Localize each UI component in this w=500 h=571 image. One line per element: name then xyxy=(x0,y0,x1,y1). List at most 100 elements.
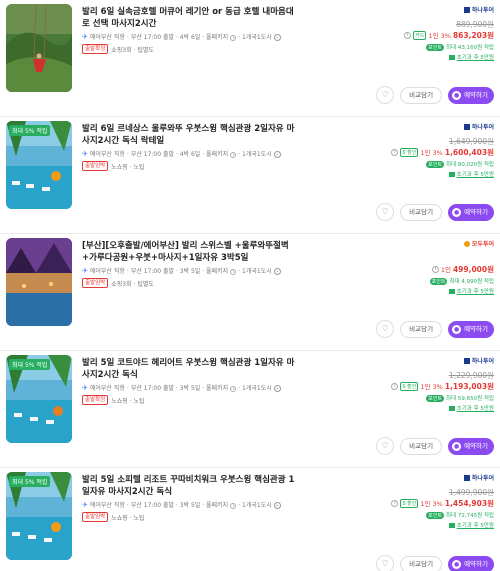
card-actions: ♡ 비교담기 ● 예약하기 xyxy=(376,320,494,338)
product-meta: ✈ 에어부산 직항 · 부산 17:00 출발 · 3박 5일 · 풀패키지 i… xyxy=(82,267,281,275)
plane-icon: ✈ xyxy=(82,33,88,41)
wishlist-heart-icon[interactable]: ♡ xyxy=(376,437,395,455)
balance-link[interactable]: 초기과 후 5만원 xyxy=(457,404,494,412)
schedule-text: 부산 17:00 출발 · 3박 5일 · 풀패키지 xyxy=(130,502,229,509)
compare-button[interactable]: 비교담기 xyxy=(400,555,443,571)
product-info: 발리 6일 실속금호텔 머큐어 레기안 or 동급 호텔 내마음대로 선택 마사… xyxy=(82,6,297,54)
balance-link[interactable]: 초기과 후 5만원 xyxy=(457,53,494,61)
book-button[interactable]: ● 예약하기 xyxy=(448,203,494,221)
product-thumbnail[interactable] xyxy=(6,4,72,92)
wishlist-heart-icon[interactable]: ♡ xyxy=(376,203,395,221)
chevron-down-icon[interactable]: ⌄ xyxy=(273,34,281,41)
original-price: 889,900원 xyxy=(456,20,494,29)
tag-row: 출발확정 노쇼핑 · 노팁 xyxy=(82,395,297,405)
product-card[interactable]: 최대 5% 적립 발리 6일 르네상스 울루와뚜 우붓스윙 핵심관광 2일자유 … xyxy=(0,117,500,234)
wallet-icon xyxy=(448,522,455,528)
product-card[interactable]: 최대 5% 적립 발리 5일 소피텔 리조트 꾸따비치워크 우붓스윙 핵심관광 … xyxy=(0,468,500,571)
wallet-icon xyxy=(448,288,455,294)
price-panel: 하나투어 1,499,900원 i S 할인 1인 3% 1,454,903원 … xyxy=(294,473,494,529)
product-title[interactable]: 발리 5일 코트야드 헤리어트 우붓스윙 핵심관광 1일자유 마사지2시간 독식 xyxy=(82,357,297,381)
info-icon[interactable]: i xyxy=(230,385,237,392)
extras-text: 노쇼핑 · 노팁 xyxy=(111,514,145,522)
product-thumbnail[interactable]: 최대 5% 적립 xyxy=(6,121,72,209)
card-badge: S 할인 xyxy=(400,147,419,157)
product-thumbnail[interactable]: 최대 5% 적립 xyxy=(6,355,72,443)
discount-text: 1인 xyxy=(440,266,451,274)
product-title[interactable]: 발리 6일 실속금호텔 머큐어 레기안 or 동급 호텔 내마음대로 선택 마사… xyxy=(82,6,297,30)
tag-row: 출발임박 노쇼핑 · 노팁 xyxy=(82,512,297,522)
book-button[interactable]: ● 예약하기 xyxy=(448,437,494,455)
book-button[interactable]: ● 예약하기 xyxy=(448,320,494,338)
info-icon[interactable]: i xyxy=(230,151,237,158)
compare-button[interactable]: 비교담기 xyxy=(400,86,443,104)
points-row: 포인트 최대 80,020원 적립 xyxy=(294,160,494,168)
points-badge: 포인트 xyxy=(426,394,444,402)
original-price: 1,649,900원 xyxy=(448,137,494,146)
product-title[interactable]: 발리 5일 소피텔 리조트 꾸따비치워크 우붓스윙 핵심관광 1일자유 마사지2… xyxy=(82,474,297,498)
info-icon[interactable]: i xyxy=(230,34,237,41)
reward-badge: 최대 5% 적립 xyxy=(9,476,51,487)
vendor-mark-icon xyxy=(463,240,470,247)
wishlist-heart-icon[interactable]: ♡ xyxy=(376,86,395,104)
card-actions: ♡ 비교담기 ● 예약하기 xyxy=(376,437,494,455)
final-price: 1,600,403원 xyxy=(444,147,494,157)
chevron-down-icon[interactable]: ⌄ xyxy=(273,151,281,158)
price-row: i S 할인 1인 3% 1,600,403원 xyxy=(294,147,494,157)
calendar-icon: ● xyxy=(452,90,462,100)
product-list: 발리 6일 실속금호텔 머큐어 레기안 or 동급 호텔 내마음대로 선택 마사… xyxy=(0,0,500,571)
points-badge: 포인트 xyxy=(426,511,444,519)
card-actions: ♡ 비교담기 ● 예약하기 xyxy=(376,86,494,104)
info-icon[interactable]: i xyxy=(391,499,399,507)
wishlist-heart-icon[interactable]: ♡ xyxy=(376,555,395,571)
final-price: 863,203원 xyxy=(452,30,494,40)
airline-text: 에어부산 직항 xyxy=(89,268,125,275)
schedule-text: 부산 17:00 출발 · 4박 6일 · 풀패키지 xyxy=(130,34,229,41)
product-thumbnail[interactable] xyxy=(6,238,72,326)
product-card[interactable]: [부산][오후출발/에어부산] 발리 스위스벨 +울루와뚜절벽+가루다공원+우붓… xyxy=(0,234,500,351)
chevron-down-icon[interactable]: ⌄ xyxy=(273,268,281,275)
airline-text: 에어부산 직항 xyxy=(89,151,125,158)
book-button[interactable]: ● 예약하기 xyxy=(448,555,494,571)
points-badge: 포인트 xyxy=(426,160,444,168)
product-title[interactable]: 발리 6일 르네상스 울루와뚜 우붓스윙 핵심관광 2일자유 마사지2시간 독식… xyxy=(82,123,297,147)
vendor-logo: 하나투어 xyxy=(294,5,494,14)
price-panel: 하나투어 889,900원 i 카드 1인 3% 863,203원 포인트 최대… xyxy=(294,5,494,61)
vendor-mark-icon xyxy=(463,357,470,364)
chevron-down-icon[interactable]: ⌄ xyxy=(273,502,281,509)
info-icon[interactable]: i xyxy=(431,265,439,273)
product-info: 발리 5일 소피텔 리조트 꾸따비치워크 우붓스윙 핵심관광 1일자유 마사지2… xyxy=(82,474,297,522)
info-icon[interactable]: i xyxy=(230,268,237,275)
product-card[interactable]: 최대 5% 적립 발리 5일 코트야드 헤리어트 우붓스윙 핵심관광 1일자유 … xyxy=(0,351,500,468)
original-price: 1,499,900원 xyxy=(448,488,494,497)
compare-button[interactable]: 비교담기 xyxy=(400,320,443,338)
balance-link[interactable]: 초기과 후 5만원 xyxy=(457,521,494,529)
compare-button[interactable]: 비교담기 xyxy=(400,203,443,221)
product-title[interactable]: [부산][오후출발/에어부산] 발리 스위스벨 +울루와뚜절벽+가루다공원+우붓… xyxy=(82,240,297,264)
info-icon[interactable]: i xyxy=(230,502,237,509)
price-row: i 카드 1인 3% 863,203원 xyxy=(294,30,494,40)
price-panel: 모두투어 i 1인 499,000원 포인트 최대 4,990원 적립 초기과 … xyxy=(294,239,494,295)
pool-night-photo xyxy=(6,238,72,326)
product-card[interactable]: 발리 6일 실속금호텔 머큐어 레기안 or 동급 호텔 내마음대로 선택 마사… xyxy=(0,0,500,117)
discount-text: 1인 3% xyxy=(420,383,443,391)
price-row: i 1인 499,000원 xyxy=(294,264,494,274)
wallet-icon xyxy=(448,171,455,177)
balance-link[interactable]: 초기과 후 5만원 xyxy=(457,287,494,295)
info-icon[interactable]: i xyxy=(404,31,412,39)
balance-link[interactable]: 초기과 후 5만원 xyxy=(457,170,494,178)
plane-icon: ✈ xyxy=(82,384,88,392)
chevron-down-icon[interactable]: ⌄ xyxy=(273,385,281,392)
tag-row: 출발임박 노쇼핑 · 노팁 xyxy=(82,161,297,171)
book-button[interactable]: ● 예약하기 xyxy=(448,86,494,104)
product-meta: ✈ 에어부산 직항 · 부산 17:00 출발 · 4박 6일 · 풀패키지 i… xyxy=(82,150,281,158)
info-icon[interactable]: i xyxy=(391,148,399,156)
product-thumbnail[interactable]: 최대 5% 적립 xyxy=(6,472,72,560)
vendor-logo: 하나투어 xyxy=(294,122,494,131)
info-icon[interactable]: i xyxy=(391,382,399,390)
extras-text: 쇼핑3회 · 팁별도 xyxy=(111,46,154,54)
schedule-text: 부산 17:00 출발 · 3박 5일 · 풀패키지 xyxy=(130,268,229,275)
compare-button[interactable]: 비교담기 xyxy=(400,437,443,455)
wallet-icon xyxy=(448,405,455,411)
wishlist-heart-icon[interactable]: ♡ xyxy=(376,320,395,338)
product-info: 발리 5일 코트야드 헤리어트 우붓스윙 핵심관광 1일자유 마사지2시간 독식… xyxy=(82,357,297,405)
